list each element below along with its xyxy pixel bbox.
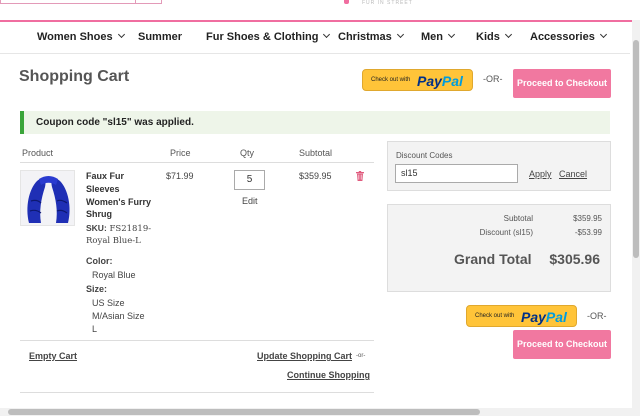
proceed-to-checkout-button-top[interactable]: Proceed to Checkout — [513, 69, 611, 98]
fur-shrug-image-icon — [21, 171, 74, 225]
product-name-link[interactable]: Faux Fur Sleeves Women's Furry Shrug — [86, 170, 158, 221]
nav-label: Summer — [138, 31, 183, 43]
proceed-to-checkout-button-bottom[interactable]: Proceed to Checkout — [513, 330, 611, 359]
column-header-subtotal: Subtotal — [299, 148, 333, 158]
horizontal-scrollbar-thumb[interactable] — [8, 409, 480, 415]
paypal-checkout-button-bottom[interactable]: Check out with PayPal — [466, 305, 577, 327]
paypal-checkout-text: Check out with — [371, 77, 411, 83]
coupon-message-text: Coupon code "sl15" was applied. — [36, 117, 194, 128]
product-image[interactable] — [20, 170, 75, 226]
item-subtotal: $359.95 — [299, 171, 332, 181]
color-value: Royal Blue — [92, 270, 136, 280]
paypal-logo-icon: PayPal — [521, 309, 567, 325]
paypal-pal: Pal — [545, 309, 567, 325]
discount-value: -$53.99 — [574, 228, 602, 237]
nav-label: Christmas — [338, 31, 392, 43]
chevron-down-icon — [323, 30, 331, 39]
chevron-down-icon — [396, 30, 404, 39]
color-label: Color: — [86, 256, 113, 266]
paypal-checkout-button-top[interactable]: Check out with PayPal — [362, 69, 473, 91]
divider — [20, 392, 374, 393]
or-separator: -OR- — [587, 311, 607, 321]
search-input[interactable] — [0, 0, 136, 4]
product-sku: SKU: FS21819-Royal Blue-L — [86, 223, 158, 247]
column-header-price: Price — [170, 148, 191, 158]
or-separator: -OR- — [483, 74, 503, 84]
nav-item-kids[interactable]: Kids — [476, 30, 512, 43]
nav-label: Men — [421, 31, 443, 43]
size-value-line-1: US Size — [92, 298, 125, 308]
item-price: $71.99 — [166, 171, 194, 181]
coupon-success-message: Coupon code "sl15" was applied. — [20, 111, 610, 134]
nav-item-fur-shoes-clothing[interactable]: Fur Shoes & Clothing — [206, 30, 331, 43]
paypal-logo-icon: PayPal — [417, 73, 463, 89]
column-header-qty: Qty — [240, 148, 255, 158]
nav-label: Accessories — [530, 31, 595, 43]
paypal-pay: Pay — [521, 309, 546, 325]
column-header-product: Product — [22, 148, 54, 158]
continue-shopping-link[interactable]: Continue Shopping — [287, 370, 370, 380]
update-cart-link[interactable]: Update Shopping Cart — [257, 351, 352, 361]
chevron-down-icon — [599, 30, 607, 39]
quantity-input[interactable]: 5 — [234, 170, 265, 190]
sku-label: SKU: — [86, 223, 107, 233]
discount-code-input[interactable]: sl15 — [395, 164, 518, 183]
subtotal-value: $359.95 — [573, 214, 602, 223]
size-label: Size: — [86, 284, 108, 294]
nav-item-men[interactable]: Men — [421, 30, 456, 43]
apply-discount-button[interactable]: Apply — [529, 169, 552, 179]
main-navigation: Women Shoes Summer Fur Shoes & Clothing … — [0, 24, 630, 54]
page-title: Shopping Cart — [19, 68, 130, 85]
grand-total-value: $305.96 — [549, 251, 600, 267]
logo-text: FUR IN STREET — [362, 0, 413, 6]
size-value-line-3: L — [92, 324, 98, 334]
nav-item-women-shoes[interactable]: Women Shoes — [37, 30, 125, 43]
nav-label: Women Shoes — [37, 31, 113, 43]
nav-label: Kids — [476, 31, 500, 43]
or-small-separator: -or- — [356, 353, 366, 359]
horizontal-scrollbar[interactable] — [0, 408, 632, 416]
discount-codes-panel: Discount Codes sl15 Apply Cancel — [387, 141, 611, 191]
vertical-scrollbar[interactable] — [632, 20, 640, 416]
size-value-line-2: M/Asian Size — [92, 311, 145, 321]
logo-mark-icon — [344, 0, 349, 4]
cancel-discount-button[interactable]: Cancel — [559, 169, 587, 179]
trash-icon[interactable] — [356, 171, 364, 181]
chevron-down-icon — [504, 30, 512, 39]
vertical-scrollbar-thumb[interactable] — [633, 40, 639, 258]
subtotal-label: Subtotal — [503, 214, 533, 223]
totals-panel: Subtotal $359.95 Discount (sl15) -$53.99… — [387, 204, 611, 292]
edit-item-link[interactable]: Edit — [242, 196, 258, 206]
discount-label: Discount (sl15) — [479, 228, 533, 237]
divider — [20, 162, 374, 163]
nav-item-summer[interactable]: Summer — [138, 31, 182, 43]
paypal-pal: Pal — [441, 73, 463, 89]
nav-item-accessories[interactable]: Accessories — [530, 30, 607, 43]
nav-item-christmas[interactable]: Christmas — [338, 30, 404, 43]
search-button[interactable] — [136, 0, 162, 4]
empty-cart-link[interactable]: Empty Cart — [29, 351, 77, 361]
grand-total-label: Grand Total — [454, 251, 532, 267]
nav-label: Fur Shoes & Clothing — [206, 31, 319, 43]
paypal-checkout-text: Check out with — [475, 313, 515, 319]
discount-codes-label: Discount Codes — [396, 151, 453, 160]
paypal-pay: Pay — [417, 73, 442, 89]
divider — [20, 340, 374, 341]
top-header: FUR IN STREET — [0, 0, 640, 22]
chevron-down-icon — [117, 30, 125, 39]
chevron-down-icon — [447, 30, 456, 39]
